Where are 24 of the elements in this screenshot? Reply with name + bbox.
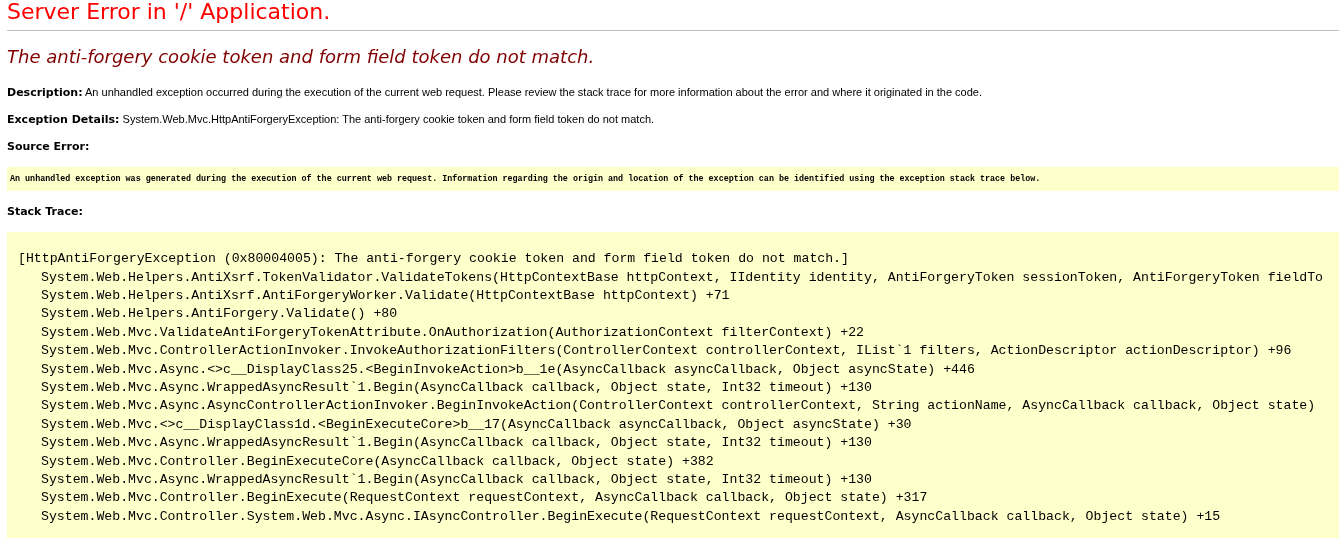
stack-frame-line: System.Web.Mvc.Controller.BeginExecuteCore(AsyncCallback callback, Object state) +382 — [41, 452, 714, 471]
stack-frame-line: System.Web.Helpers.AntiXsrf.TokenValidator.ValidateTokens(HttpContextBase httpContext, IIdentity identity, AntiForgeryToken sessionToken, AntiForgeryToken fieldTo — [41, 268, 1324, 287]
stack-frame-line: System.Web.Mvc.ControllerActionInvoker.InvokeAuthorizationFilters(ControllerContext controllerContext, IList`1 filters, ActionDescriptor actionDescriptor) +96 — [41, 342, 1292, 361]
page-title: Server Error in '/' Application. — [7, 0, 332, 24]
stack-frame-line: System.Web.Mvc.ValidateAntiForgeryTokenAttribute.OnAuthorization(AuthorizationContext filterContext) +22 — [41, 323, 865, 342]
stack-frame-line: System.Web.Helpers.AntiXsrf.AntiForgeryWorker.Validate(HttpContextBase httpContext) +71 — [41, 287, 730, 305]
stack-frame-line: System.Web.Mvc.Async.WrappedAsyncResult`1.Begin(AsyncCallback callback, Object state, Int32 timeout) +130 — [41, 379, 872, 398]
stack-frame-line: System.Web.Mvc.<>c__DisplayClass1d.<BeginExecuteCore>b__17(AsyncCallback asyncCallback, Object asyncState) +30 — [41, 415, 912, 434]
stack-frame-line: System.Web.Mvc.Async.WrappedAsyncResult`1.Begin(AsyncCallback callback, Object state, Int32 timeout) +130 — [41, 434, 872, 453]
stack-frame-line: System.Web.Mvc.Async.WrappedAsyncResult`1.Begin(AsyncCallback callback, Object state, Int32 timeout) +130 — [41, 471, 872, 490]
stack-frame-line: System.Web.Helpers.AntiForgery.Validate() +80 — [41, 305, 398, 324]
exception-details-text: System.Web.Mvc.HttpAntiForgeryException: The anti-forgery cookie token and form field token do not match. — [122, 112, 655, 125]
stack-frame-line: System.Web.Mvc.Controller.System.Web.Mvc.Async.IAsyncController.BeginExecute(RequestContext requestContext, AsyncCallback callback, Object state) +15 — [41, 507, 1221, 526]
stack-frame-line: System.Web.Mvc.Async.AsyncControllerActionInvoker.BeginInvokeAction(ControllerContext controllerContext, String actionName, AsyncCallback callback, Object state) — [41, 397, 1316, 416]
exception-details-label: Exception Details: — [7, 112, 120, 126]
description-label: Description: — [7, 85, 83, 99]
stack-frame-line: System.Web.Mvc.Controller.BeginExecute(RequestContext requestContext, AsyncCallback callback, Object state) +317 — [41, 489, 928, 508]
stack-trace-label: Stack Trace: — [7, 205, 83, 219]
source-error-message: An unhandled exception was generated during the execution of the current web request. Information regarding the origin and location of the exception can be identified using the exception stack trace below. — [7, 166, 1339, 192]
stack-frame-line: System.Web.Mvc.Async.<>c__DisplayClass25.<BeginInvokeAction>b__1e(AsyncCallback asyncCallback, Object asyncState) +446 — [41, 360, 975, 379]
description-text: An unhandled exception occurred during the execution of the current web request. Please review the stack trace for more information about the error and where it originated in the code. — [85, 85, 983, 98]
error-message: The anti-forgery cookie token and form field token do not match. — [7, 46, 596, 68]
source-error-label: Source Error: — [7, 139, 90, 153]
exception-header-line: [HttpAntiForgeryException (0x80004005): The anti-forgery cookie token and form field token do not match.] — [18, 250, 849, 269]
